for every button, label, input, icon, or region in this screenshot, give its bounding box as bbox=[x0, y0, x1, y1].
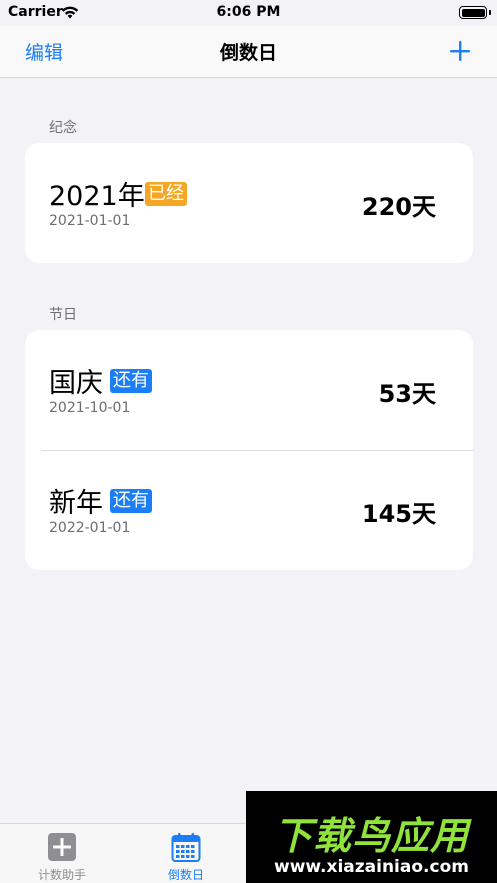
tab-label: 计数助手 bbox=[37, 868, 86, 882]
battery-cap bbox=[489, 10, 491, 15]
tab-counter[interactable]: 计数助手 bbox=[0, 824, 124, 883]
section-header-holidays: 节日 bbox=[49, 307, 77, 323]
tab-label: 倒数日 bbox=[167, 868, 204, 882]
tab-countdown[interactable]: 倒数日 bbox=[124, 824, 248, 883]
event-name: 2021年 bbox=[49, 181, 145, 212]
status-badge: 已经 bbox=[145, 182, 187, 206]
anniversary-card: 2021年 已经 2021-01-01 220天 bbox=[25, 143, 473, 263]
day-count: 220天 bbox=[361, 193, 436, 221]
event-date: 2022-01-01 bbox=[49, 520, 131, 536]
status-badge: 还有 bbox=[110, 369, 152, 393]
list-item[interactable]: 2021年 已经 2021-01-01 220天 bbox=[25, 143, 473, 263]
page-title: 倒数日 bbox=[219, 42, 277, 64]
list-item[interactable]: 国庆 还有 2021-10-01 53天 bbox=[25, 330, 473, 450]
edit-button[interactable]: 编辑 bbox=[25, 38, 63, 65]
status-bar: Carrier 6:06 PM bbox=[0, 0, 497, 26]
plus-square-icon bbox=[48, 833, 76, 861]
day-count: 53天 bbox=[378, 380, 436, 408]
section-header-anniversary: 纪念 bbox=[49, 120, 77, 136]
watermark-logo: 下载鸟应用 www.xiazainiao.com bbox=[246, 791, 497, 883]
watermark-url: www.xiazainiao.com bbox=[274, 857, 469, 877]
day-count: 145天 bbox=[361, 500, 436, 528]
event-date: 2021-01-01 bbox=[49, 213, 131, 229]
holiday-card: 国庆 还有 2021-10-01 53天 新年 还有 2022-01-01 14… bbox=[25, 330, 473, 570]
event-name: 国庆 bbox=[49, 368, 103, 399]
navigation-bar: 编辑 倒数日 bbox=[0, 26, 497, 78]
list-item[interactable]: 新年 还有 2022-01-01 145天 bbox=[25, 450, 473, 570]
watermark-title: 下载鸟应用 bbox=[273, 814, 469, 858]
status-time: 6:06 PM bbox=[216, 4, 281, 20]
plus-icon[interactable] bbox=[449, 40, 471, 62]
battery-icon bbox=[459, 6, 487, 19]
event-name: 新年 bbox=[49, 488, 103, 519]
status-badge: 还有 bbox=[110, 489, 152, 513]
event-date: 2021-10-01 bbox=[49, 400, 131, 416]
calendar-icon bbox=[171, 833, 201, 862]
